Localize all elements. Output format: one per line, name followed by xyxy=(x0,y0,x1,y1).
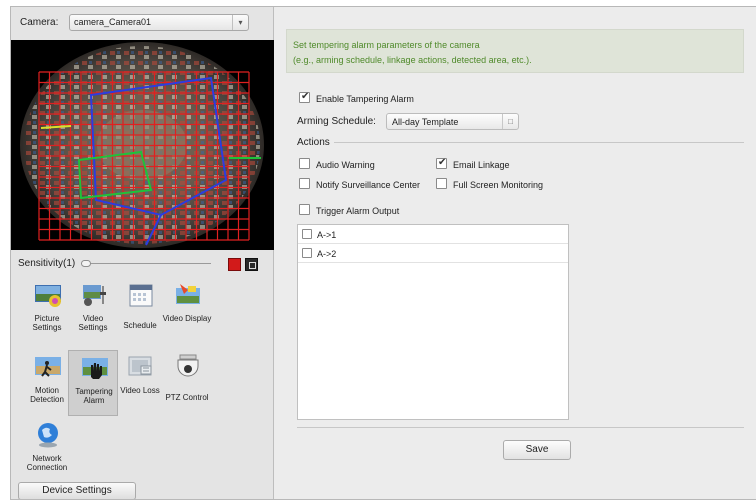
sensitivity-slider-thumb[interactable] xyxy=(81,260,91,267)
tool-label: Video Loss xyxy=(120,386,160,395)
tool-label: Motion Detection xyxy=(30,386,64,404)
tool-label: Picture Settings xyxy=(32,314,62,332)
tool-video-loss[interactable]: Video Loss xyxy=(115,350,165,416)
motion-detection-icon xyxy=(34,354,62,380)
clear-area-button[interactable] xyxy=(245,258,258,271)
hint-line-1: Set tempering alarm parameters of the ca… xyxy=(293,40,480,50)
full-screen-checkbox[interactable] xyxy=(436,178,447,189)
tool-label: Tampering Alarm xyxy=(75,387,113,405)
tool-tampering-alarm[interactable]: Tampering Alarm xyxy=(68,350,118,416)
draw-area-button[interactable] xyxy=(228,258,241,271)
hint-line-2: (e.g., arming schedule, linkage actions,… xyxy=(293,55,532,65)
tool-label: Video Display xyxy=(162,314,212,323)
tool-video-settings[interactable]: Video Settings xyxy=(68,278,118,344)
camera-row: Camera: camera_Camera01 ▾ xyxy=(11,7,274,37)
dome-camera-icon xyxy=(174,354,202,380)
video-settings-icon xyxy=(80,282,108,308)
app-window: Camera: camera_Camera01 ▾ Sensitivity(1)… xyxy=(10,6,756,500)
calendar-icon xyxy=(127,282,155,308)
camera-label: Camera: xyxy=(20,17,59,28)
arming-schedule-select[interactable]: All-day Template □ xyxy=(386,113,519,130)
alarm-output-list: A->1 A->2 xyxy=(297,224,569,420)
arming-schedule-value: All-day Template xyxy=(392,117,459,127)
tool-ptz-control[interactable]: PTZ Control xyxy=(162,350,212,416)
list-item[interactable]: A->1 xyxy=(298,225,568,244)
left-panel: Camera: camera_Camera01 ▾ Sensitivity(1)… xyxy=(11,7,274,499)
tool-picture-settings[interactable]: Picture Settings xyxy=(22,278,72,344)
fisheye-view xyxy=(11,40,274,250)
list-item[interactable]: A->2 xyxy=(298,244,568,263)
enable-tampering-label: Enable Tampering Alarm xyxy=(316,94,414,104)
tool-label: Schedule xyxy=(123,321,157,330)
right-panel: Set tempering alarm parameters of the ca… xyxy=(274,7,756,499)
tool-label: Network Connection xyxy=(26,454,68,472)
video-preview[interactable] xyxy=(11,40,274,250)
alarm-output-checkbox[interactable] xyxy=(302,248,312,258)
video-loss-icon xyxy=(127,354,155,380)
sensitivity-slider-track[interactable] xyxy=(81,263,211,264)
tool-label: PTZ Control xyxy=(165,393,209,402)
info-hint: Set tempering alarm parameters of the ca… xyxy=(286,29,744,73)
tool-video-display[interactable]: Video Display xyxy=(162,278,212,344)
chevron-down-icon[interactable]: ▾ xyxy=(232,15,248,30)
sensitivity-label: Sensitivity(1) xyxy=(18,258,76,269)
video-display-icon xyxy=(174,282,202,308)
detection-grid[interactable] xyxy=(38,71,250,241)
trigger-output-label: Trigger Alarm Output xyxy=(316,206,400,216)
email-linkage-checkbox[interactable] xyxy=(436,157,447,169)
trigger-output-checkbox[interactable] xyxy=(299,204,310,215)
actions-title: Actions xyxy=(297,137,330,148)
camera-select-value: camera_Camera01 xyxy=(74,17,152,27)
notify-center-label: Notify Surveillance Center xyxy=(316,180,421,190)
dropdown-icon[interactable]: □ xyxy=(502,114,518,129)
notify-center-checkbox[interactable] xyxy=(299,178,310,189)
enable-tampering-checkbox[interactable] xyxy=(299,91,310,103)
camera-select[interactable]: camera_Camera01 ▾ xyxy=(69,14,249,31)
globe-icon xyxy=(34,422,62,448)
tool-label: Video Settings xyxy=(78,314,108,332)
alarm-output-label: A->2 xyxy=(317,249,337,259)
bottom-divider xyxy=(297,427,744,428)
audio-warning-checkbox[interactable] xyxy=(299,158,310,169)
alarm-output-label: A->1 xyxy=(317,230,337,240)
email-linkage-label: Email Linkage xyxy=(453,160,510,170)
arming-schedule-label: Arming Schedule: xyxy=(297,116,376,127)
tool-schedule[interactable]: Schedule xyxy=(115,278,165,344)
tampering-hand-icon xyxy=(81,355,109,381)
device-settings-button[interactable]: Device Settings xyxy=(18,482,136,499)
actions-divider xyxy=(334,142,744,143)
tool-network-connection[interactable]: Network Connection xyxy=(22,418,72,484)
full-screen-label: Full Screen Monitoring xyxy=(453,180,544,190)
tool-motion-detection[interactable]: Motion Detection xyxy=(22,350,72,416)
audio-warning-label: Audio Warning xyxy=(316,160,375,170)
sensitivity-row: Sensitivity(1) xyxy=(11,253,274,273)
picture-settings-icon xyxy=(34,282,62,308)
save-button[interactable]: Save xyxy=(503,440,571,460)
alarm-output-checkbox[interactable] xyxy=(302,229,312,239)
